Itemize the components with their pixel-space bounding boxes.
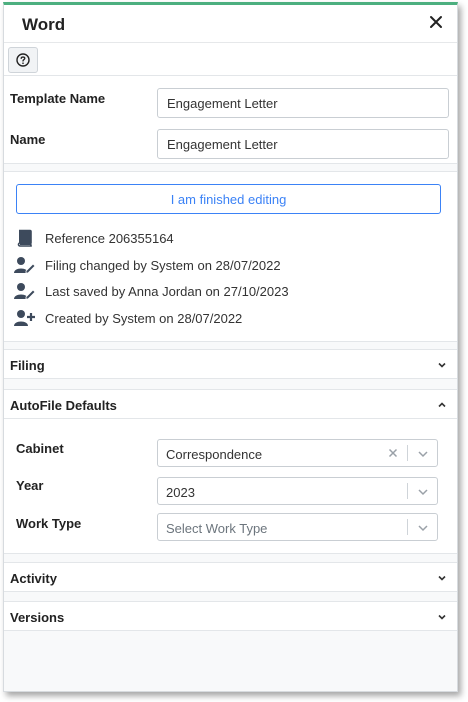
user-edit-icon <box>14 257 36 274</box>
reference-text: Reference 206355164 <box>45 230 174 246</box>
work-type-label: Work Type <box>16 516 82 531</box>
name-label: Name <box>10 132 46 147</box>
user-plus-icon <box>14 310 35 326</box>
toolbar <box>4 43 457 75</box>
word-panel: Word Template Name Name I am finished ed… <box>3 2 458 692</box>
created-row: Created by System on 28/07/2022 <box>14 308 242 328</box>
panel-title: Word <box>22 15 66 34</box>
chevron-down-icon <box>438 362 446 368</box>
select-separator <box>407 483 408 499</box>
chevron-down-icon <box>438 575 446 581</box>
cabinet-value: Correspondence <box>166 447 263 462</box>
chevron-up-icon <box>438 402 446 408</box>
versions-section-label: Versions <box>10 610 65 625</box>
clear-x-icon[interactable] <box>387 447 399 459</box>
filing-changed-text: Filing changed by System on 28/07/2022 <box>45 257 281 273</box>
template-name-input[interactable] <box>157 88 449 118</box>
select-separator <box>407 519 408 535</box>
activity-section-header[interactable]: Activity <box>4 562 457 592</box>
chevron-down-icon <box>418 451 428 458</box>
panel-header: Word <box>4 5 457 43</box>
autofile-body: Cabinet Correspondence Year 2023 Work Ty… <box>4 419 457 554</box>
autofile-section-label: AutoFile Defaults <box>10 398 117 413</box>
versions-section-header[interactable]: Versions <box>4 601 457 631</box>
filing-changed-row: Filing changed by System on 28/07/2022 <box>14 255 281 275</box>
select-separator <box>407 445 408 461</box>
book-icon <box>17 229 32 247</box>
template-name-label: Template Name <box>10 91 106 106</box>
chevron-down-icon <box>418 489 428 496</box>
filing-section-label: Filing <box>10 358 45 373</box>
work-type-placeholder: Select Work Type <box>166 521 268 536</box>
year-label: Year <box>16 478 44 493</box>
work-type-select[interactable]: Select Work Type <box>157 513 438 541</box>
question-circle-icon <box>16 53 30 67</box>
last-saved-row: Last saved by Anna Jordan on 27/10/2023 <box>14 281 289 301</box>
finish-editing-button[interactable]: I am finished editing <box>16 184 441 214</box>
filing-section-header[interactable]: Filing <box>4 349 457 379</box>
last-saved-text: Last saved by Anna Jordan on 27/10/2023 <box>45 283 289 299</box>
year-value: 2023 <box>166 485 195 500</box>
user-edit-icon <box>14 283 36 300</box>
cabinet-select[interactable]: Correspondence <box>157 439 438 467</box>
help-button[interactable] <box>8 47 38 73</box>
created-text: Created by System on 28/07/2022 <box>45 310 243 326</box>
name-input[interactable] <box>157 129 449 159</box>
close-icon[interactable] <box>425 11 447 33</box>
cabinet-label: Cabinet <box>16 441 64 456</box>
year-select[interactable]: 2023 <box>157 477 438 505</box>
document-status-card: I am finished editing Reference 20635516… <box>4 171 457 342</box>
chevron-down-icon <box>418 525 428 532</box>
template-details-card: Template Name Name <box>4 75 457 164</box>
chevron-down-icon <box>438 614 446 620</box>
activity-section-label: Activity <box>10 571 57 586</box>
autofile-section-header[interactable]: AutoFile Defaults <box>4 389 457 419</box>
reference-row: Reference 206355164 <box>14 228 174 248</box>
